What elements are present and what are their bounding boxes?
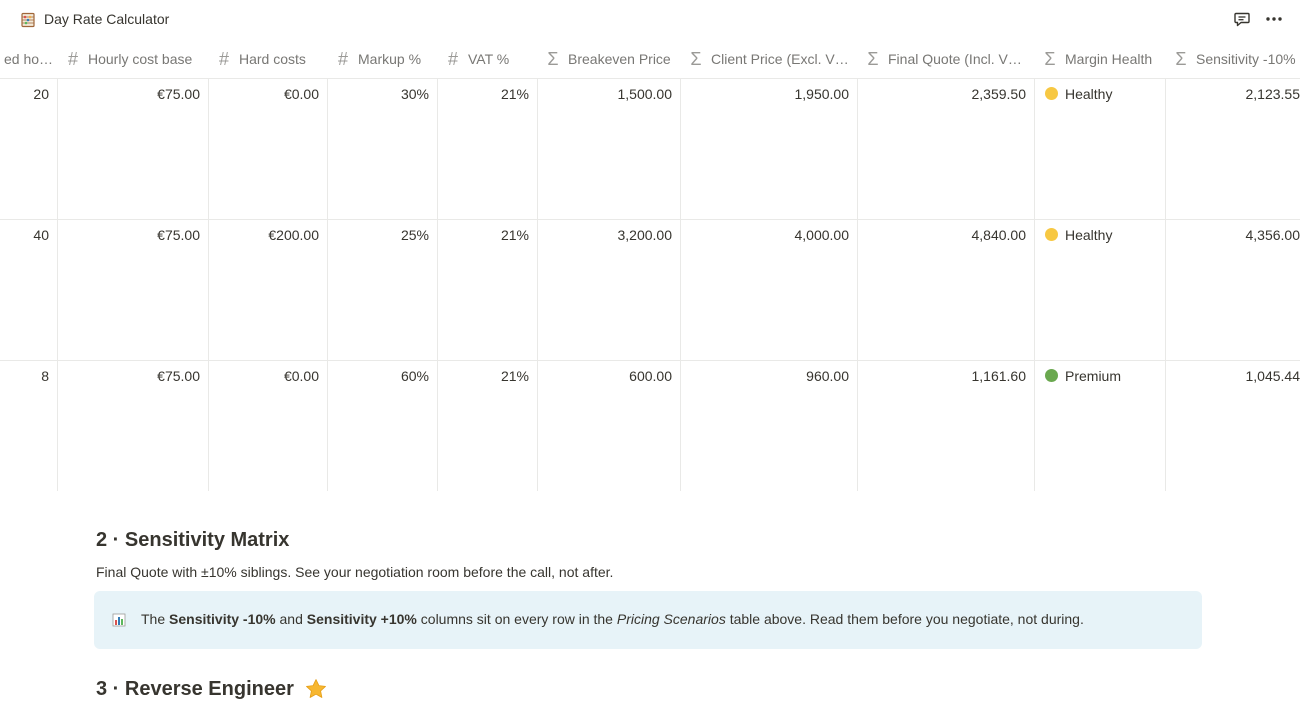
column-header-sensitivity-minus[interactable]: Σ Sensitivity -10% bbox=[1166, 40, 1300, 78]
formula-sigma-icon: Σ bbox=[1044, 48, 1056, 69]
cell-hours[interactable]: 40 bbox=[0, 219, 58, 360]
cell-margin-health[interactable]: Healthy bbox=[1035, 219, 1166, 360]
italic-pricing-scenarios: Pricing Scenarios bbox=[616, 611, 726, 627]
abacus-icon bbox=[20, 12, 36, 28]
cell-final-quote[interactable]: 2,359.50 bbox=[858, 78, 1035, 219]
cell-client-price[interactable]: 960.00 bbox=[681, 360, 858, 491]
status-label: Premium bbox=[1065, 368, 1122, 384]
table-row[interactable]: 40 €75.00 €200.00 25% 21% 3,200.00 4,000… bbox=[0, 219, 1300, 361]
table-row[interactable]: 20 €75.00 €0.00 30% 21% 1,500.00 1,950.0… bbox=[0, 78, 1300, 220]
status-dot bbox=[1045, 87, 1058, 100]
formula-sigma-icon: Σ bbox=[1175, 48, 1187, 69]
pricing-scenarios-table: ed hours # Hourly cost base # Hard costs… bbox=[0, 40, 1300, 491]
formula-sigma-icon: Σ bbox=[690, 48, 702, 69]
status-dot bbox=[1045, 228, 1058, 241]
cell-hourly-cost-base[interactable]: €75.00 bbox=[58, 219, 209, 360]
cell-client-price[interactable]: 4,000.00 bbox=[681, 219, 858, 360]
cell-final-quote[interactable]: 1,161.60 bbox=[858, 360, 1035, 491]
cell-sensitivity-minus[interactable]: 1,045.44 bbox=[1166, 360, 1300, 491]
cell-breakeven-price[interactable]: 1,500.00 bbox=[538, 78, 681, 219]
formula-sigma-icon: Σ bbox=[867, 48, 879, 69]
cell-vat[interactable]: 21% bbox=[438, 360, 538, 491]
cell-margin-health[interactable]: Healthy bbox=[1035, 78, 1166, 219]
status-dot bbox=[1045, 369, 1058, 382]
number-type-icon: # bbox=[218, 48, 229, 69]
top-bar: Day Rate Calculator bbox=[0, 0, 1300, 40]
formula-sigma-icon: Σ bbox=[547, 48, 559, 69]
cell-breakeven-price[interactable]: 600.00 bbox=[538, 360, 681, 491]
cell-markup[interactable]: 25% bbox=[328, 219, 438, 360]
bold-sensitivity-minus: Sensitivity -10% bbox=[169, 611, 276, 627]
cell-sensitivity-minus[interactable]: 2,123.55 bbox=[1166, 78, 1300, 219]
callout-block: The Sensitivity -10% and Sensitivity +10… bbox=[94, 591, 1202, 649]
number-type-icon: # bbox=[337, 48, 348, 69]
column-header-client-price[interactable]: Σ Client Price (Excl. V… bbox=[681, 40, 858, 78]
column-header-final-quote[interactable]: Σ Final Quote (Incl. V… bbox=[858, 40, 1035, 78]
cell-breakeven-price[interactable]: 3,200.00 bbox=[538, 219, 681, 360]
cell-final-quote[interactable]: 4,840.00 bbox=[858, 219, 1035, 360]
cell-hours[interactable]: 8 bbox=[0, 360, 58, 491]
column-header-markup[interactable]: # Markup % bbox=[328, 40, 438, 78]
comments-button[interactable] bbox=[1231, 10, 1253, 32]
more-horizontal-icon bbox=[1264, 9, 1284, 34]
cell-hourly-cost-base[interactable]: €75.00 bbox=[58, 360, 209, 491]
section-subtitle: Final Quote with ±10% siblings. See your… bbox=[96, 564, 614, 580]
bar-chart-icon bbox=[112, 613, 126, 627]
column-header-vat[interactable]: # VAT % bbox=[438, 40, 538, 78]
table-header: ed hours # Hourly cost base # Hard costs… bbox=[0, 40, 1300, 79]
callout-text: The Sensitivity -10% and Sensitivity +10… bbox=[141, 611, 1084, 627]
cell-markup[interactable]: 60% bbox=[328, 360, 438, 491]
page-title[interactable]: Day Rate Calculator bbox=[44, 11, 169, 27]
table-row[interactable]: 8 €75.00 €0.00 60% 21% 600.00 960.00 1,1… bbox=[0, 360, 1300, 491]
comment-icon bbox=[1233, 10, 1251, 33]
cell-margin-health[interactable]: Premium bbox=[1035, 360, 1166, 491]
cell-hard-costs[interactable]: €0.00 bbox=[209, 78, 328, 219]
cell-markup[interactable]: 30% bbox=[328, 78, 438, 219]
column-header-hours[interactable]: ed hours bbox=[0, 40, 58, 78]
column-header-hard-costs[interactable]: # Hard costs bbox=[209, 40, 328, 78]
cell-client-price[interactable]: 1,950.00 bbox=[681, 78, 858, 219]
column-header-hourly-cost-base[interactable]: # Hourly cost base bbox=[58, 40, 209, 78]
section-heading-sensitivity-matrix: 2 · Sensitivity Matrix bbox=[96, 529, 290, 551]
bold-sensitivity-plus: Sensitivity +10% bbox=[306, 611, 417, 627]
number-type-icon: # bbox=[67, 48, 78, 69]
cell-vat[interactable]: 21% bbox=[438, 219, 538, 360]
column-header-margin-health[interactable]: Σ Margin Health bbox=[1035, 40, 1166, 78]
column-header-breakeven-price[interactable]: Σ Breakeven Price bbox=[538, 40, 681, 78]
cell-hours[interactable]: 20 bbox=[0, 78, 58, 219]
cell-hard-costs[interactable]: €0.00 bbox=[209, 360, 328, 491]
star-icon bbox=[305, 678, 327, 706]
cell-hard-costs[interactable]: €200.00 bbox=[209, 219, 328, 360]
status-label: Healthy bbox=[1065, 86, 1113, 102]
number-type-icon: # bbox=[447, 48, 458, 69]
cell-hourly-cost-base[interactable]: €75.00 bbox=[58, 78, 209, 219]
cell-vat[interactable]: 21% bbox=[438, 78, 538, 219]
status-label: Healthy bbox=[1065, 227, 1113, 243]
more-options-button[interactable] bbox=[1263, 10, 1285, 32]
section-heading-reverse-engineer: 3 · Reverse Engineer bbox=[96, 678, 327, 706]
cell-sensitivity-minus[interactable]: 4,356.00 bbox=[1166, 219, 1300, 360]
